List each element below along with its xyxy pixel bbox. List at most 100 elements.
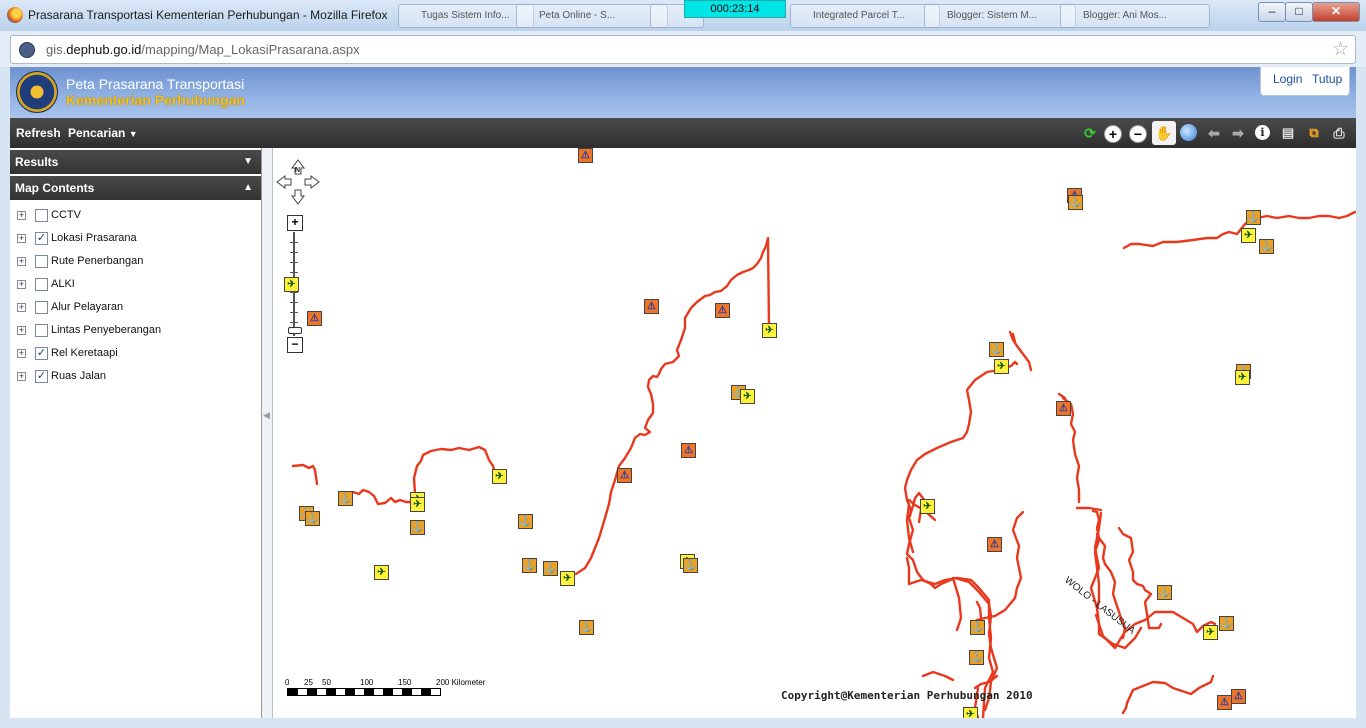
seaport-marker-icon[interactable]: ⚓ — [518, 514, 533, 529]
seaport-marker-icon[interactable]: ⚓ — [1157, 585, 1172, 600]
seaport-marker-icon[interactable]: ⚓ — [969, 650, 984, 665]
seaport-marker-icon[interactable]: ⚓ — [579, 620, 594, 635]
airport-marker-icon[interactable]: ✈ — [963, 707, 978, 718]
seaport-marker-icon[interactable]: ⚓ — [338, 491, 353, 506]
background-tab[interactable]: Peta Online - S... — [516, 4, 668, 28]
identify-info-icon[interactable]: i — [1255, 125, 1270, 140]
seaport-marker-icon[interactable]: ⚓ — [305, 511, 320, 526]
site-identity-icon[interactable] — [19, 42, 35, 58]
layer-checkbox[interactable]: ✓ — [35, 347, 48, 360]
seaport-marker-icon[interactable]: ⚓ — [410, 520, 425, 535]
airport-marker-icon[interactable]: ✈ — [492, 469, 507, 484]
results-panel-header[interactable]: Results ▼ — [10, 150, 261, 174]
zoom-in-icon[interactable]: + — [1104, 125, 1122, 143]
layer-row[interactable]: + ALKI — [10, 276, 261, 299]
railway-station-marker-icon[interactable]: ⚠ — [617, 468, 632, 483]
airport-marker-icon[interactable]: ✈ — [920, 499, 935, 514]
airport-marker-icon[interactable]: ✈ — [560, 571, 575, 586]
airport-marker-icon[interactable]: ✈ — [1241, 228, 1256, 243]
airport-marker-icon[interactable]: ✈ — [762, 323, 777, 338]
seaport-marker-icon[interactable]: ⚓ — [1259, 239, 1274, 254]
expand-plus-icon[interactable]: + — [17, 257, 26, 266]
airport-marker-icon[interactable]: ✈ — [740, 389, 755, 404]
seaport-marker-icon[interactable]: ⚓ — [970, 620, 985, 635]
expand-plus-icon[interactable]: + — [17, 234, 26, 243]
background-tab[interactable]: Tugas Sistem Info... — [398, 4, 534, 28]
seaport-marker-icon[interactable]: ⚓ — [522, 558, 537, 573]
background-tab[interactable]: Blogger: Ani Mos... — [1060, 4, 1210, 28]
pan-hand-icon[interactable]: ✋ — [1152, 121, 1176, 145]
layer-checkbox[interactable] — [35, 209, 48, 222]
export-icon[interactable]: ⧉ — [1304, 123, 1324, 143]
refresh-map-icon[interactable]: ⟳ — [1080, 123, 1100, 143]
railway-station-marker-icon[interactable]: ⚠ — [987, 537, 1002, 552]
layer-checkbox[interactable] — [35, 255, 48, 268]
layer-row[interactable]: + Lintas Penyeberangan — [10, 322, 261, 345]
layer-row[interactable]: + ✓ Ruas Jalan — [10, 368, 261, 391]
next-extent-icon[interactable]: ➡ — [1228, 123, 1248, 143]
seaport-marker-icon[interactable]: ⚓ — [1246, 210, 1261, 225]
search-menu[interactable]: Pencarian ▼ — [68, 126, 138, 140]
airport-marker-icon[interactable]: ✈ — [1203, 625, 1218, 640]
map-contents-panel-header[interactable]: Map Contents ▲ — [10, 176, 261, 200]
expand-plus-icon[interactable]: + — [17, 326, 26, 335]
airport-marker-icon[interactable]: ✈ — [994, 359, 1009, 374]
railway-station-marker-icon[interactable]: ⚠ — [644, 299, 659, 314]
airport-marker-icon[interactable]: ✈ — [374, 565, 389, 580]
url-text[interactable]: gis.dephub.go.id/mapping/Map_LokasiPrasa… — [46, 42, 360, 57]
expand-plus-icon[interactable]: + — [17, 303, 26, 312]
railway-station-marker-icon[interactable]: ⚠ — [307, 311, 322, 326]
seaport-marker-icon[interactable]: ⚓ — [1219, 616, 1234, 631]
airport-marker-icon[interactable]: ✈ — [410, 497, 425, 512]
layer-checkbox[interactable]: ✓ — [35, 232, 48, 245]
background-tab[interactable]: Blogger: Sistem M... — [924, 4, 1076, 28]
zoom-out-button[interactable]: − — [287, 337, 303, 353]
bookmark-star-icon[interactable]: ☆ — [1332, 38, 1349, 61]
expand-plus-icon[interactable]: + — [17, 372, 26, 381]
url-field[interactable]: gis.dephub.go.id/mapping/Map_LokasiPrasa… — [10, 35, 1356, 64]
layer-checkbox[interactable] — [35, 301, 48, 314]
expand-plus-icon[interactable]: + — [17, 349, 26, 358]
railway-station-marker-icon[interactable]: ⚠ — [1056, 401, 1071, 416]
layer-row[interactable]: + ✓ Lokasi Prasarana — [10, 230, 261, 253]
collapse-panel-icon[interactable]: ◀ — [263, 410, 270, 421]
close-link[interactable]: Tutup — [1312, 72, 1342, 86]
refresh-menu[interactable]: Refresh — [16, 126, 61, 140]
expand-plus-icon[interactable]: + — [17, 211, 26, 220]
zoom-out-icon[interactable]: − — [1129, 125, 1147, 143]
pan-arrows-icon[interactable]: N — [276, 159, 320, 205]
seaport-marker-icon[interactable]: ⚓ — [543, 561, 558, 576]
previous-extent-icon[interactable]: ⬅ — [1204, 123, 1224, 143]
measure-icon[interactable]: ▤ — [1278, 123, 1298, 143]
zoom-thumb[interactable] — [288, 327, 302, 334]
map-view[interactable]: N + − ⚠⚠⚓⚓✈⚓✈⚠⚠⚠✈⚓✈⚓✈⚓✈⚠⚠⚠✈⚓✈✈⚓⚓⚓⚓✈⚠⚓⚓✈✈… — [273, 148, 1356, 718]
seaport-marker-icon[interactable]: ⚓ — [989, 342, 1004, 357]
panel-splitter[interactable] — [262, 148, 273, 718]
layer-checkbox[interactable] — [35, 278, 48, 291]
railway-station-marker-icon[interactable]: ⚠ — [715, 303, 730, 318]
seaport-marker-icon[interactable]: ⚓ — [683, 558, 698, 573]
zoom-in-button[interactable]: + — [287, 215, 303, 231]
layer-row[interactable]: + Rute Penerbangan — [10, 253, 261, 276]
expand-plus-icon[interactable]: + — [17, 280, 26, 289]
railway-station-marker-icon[interactable]: ⚠ — [1217, 695, 1232, 710]
full-extent-globe-icon[interactable] — [1180, 124, 1197, 141]
railway-station-marker-icon[interactable]: ⚠ — [578, 148, 593, 163]
railway-station-marker-icon[interactable]: ⚠ — [1231, 689, 1246, 704]
airport-marker-icon[interactable]: ✈ — [284, 277, 299, 292]
seaport-marker-icon[interactable]: ⚓ — [1068, 195, 1083, 210]
pan-control[interactable]: N — [276, 159, 320, 205]
layer-row[interactable]: + ✓ Rel Keretaapi — [10, 345, 261, 368]
minimize-button[interactable]: – — [1258, 2, 1286, 22]
close-window-button[interactable]: ✕ — [1312, 2, 1360, 22]
layer-row[interactable]: + Alur Pelayaran — [10, 299, 261, 322]
background-tab[interactable]: Integrated Parcel T... — [790, 4, 940, 28]
layer-checkbox[interactable]: ✓ — [35, 370, 48, 383]
airport-marker-icon[interactable]: ✈ — [1235, 370, 1250, 385]
login-link[interactable]: Login — [1273, 72, 1302, 86]
layer-checkbox[interactable] — [35, 324, 48, 337]
print-icon[interactable]: ⎙ — [1329, 123, 1349, 143]
maximize-button[interactable]: □ — [1285, 2, 1313, 22]
railway-station-marker-icon[interactable]: ⚠ — [681, 443, 696, 458]
layer-row[interactable]: + CCTV — [10, 207, 261, 230]
